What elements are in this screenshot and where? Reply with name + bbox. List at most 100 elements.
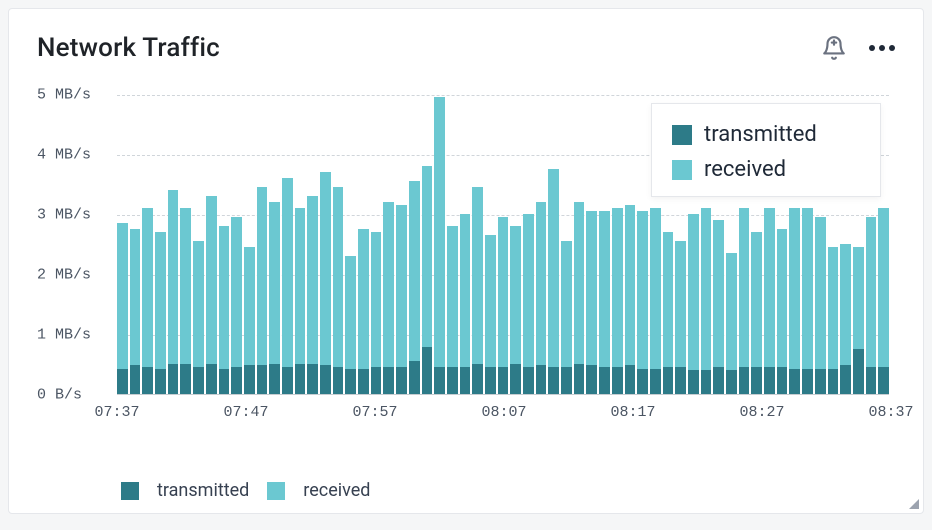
bar[interactable] [599, 211, 610, 394]
bar-segment-received [510, 226, 521, 364]
bar[interactable] [726, 253, 737, 394]
bar[interactable] [383, 202, 394, 394]
legend-label-received: received [303, 480, 370, 501]
bar[interactable] [536, 202, 547, 394]
bar[interactable] [257, 187, 268, 394]
bar-segment-received [548, 169, 559, 367]
bar[interactable] [561, 241, 572, 394]
bar-segment-received [675, 241, 686, 367]
bar[interactable] [586, 211, 597, 394]
bar[interactable] [231, 217, 242, 394]
bar-segment-transmitted [637, 369, 648, 394]
bar[interactable] [117, 223, 128, 394]
bar[interactable] [828, 247, 839, 394]
bar[interactable] [574, 202, 585, 394]
bar-segment-transmitted [586, 365, 597, 394]
bar-segment-received [574, 202, 585, 364]
bar-segment-received [701, 208, 712, 370]
bar[interactable] [447, 226, 458, 394]
bar[interactable] [701, 208, 712, 394]
bar[interactable] [320, 172, 331, 394]
bar[interactable] [853, 247, 864, 394]
bar[interactable] [282, 178, 293, 394]
bar-segment-received [536, 202, 547, 365]
bar[interactable] [244, 247, 255, 394]
bar[interactable] [650, 208, 661, 394]
bar-segment-transmitted [358, 369, 369, 394]
bar-segment-received [117, 223, 128, 369]
bar[interactable] [498, 217, 509, 394]
bar-segment-received [637, 211, 648, 369]
bar[interactable] [472, 187, 483, 394]
bar[interactable] [789, 208, 800, 394]
card-header: Network Traffic [37, 33, 895, 63]
bar-segment-transmitted [206, 364, 217, 394]
bar[interactable] [751, 232, 762, 394]
bar-segment-received [878, 208, 889, 367]
bar[interactable] [460, 214, 471, 394]
bar[interactable] [193, 241, 204, 394]
bar[interactable] [866, 217, 877, 394]
bar[interactable] [345, 256, 356, 394]
bar[interactable] [523, 214, 534, 394]
bar-segment-transmitted [574, 364, 585, 394]
bar[interactable] [510, 226, 521, 394]
bar[interactable] [180, 208, 191, 394]
bar[interactable] [485, 235, 496, 394]
bar[interactable] [269, 202, 280, 394]
bar-segment-received [130, 229, 141, 365]
resize-handle-icon[interactable] [909, 499, 919, 509]
bar[interactable] [625, 205, 636, 394]
bar-segment-received [688, 214, 699, 370]
more-menu-icon[interactable] [869, 45, 895, 51]
bar[interactable] [815, 217, 826, 394]
bar[interactable] [358, 229, 369, 394]
bar[interactable] [713, 220, 724, 394]
bar[interactable] [295, 208, 306, 394]
bar[interactable] [219, 226, 230, 394]
bar[interactable] [409, 181, 420, 394]
bar[interactable] [637, 211, 648, 394]
bar[interactable] [739, 208, 750, 394]
bar-segment-received [333, 187, 344, 367]
bar[interactable] [688, 214, 699, 394]
bar[interactable] [396, 205, 407, 394]
y-axis-tick: 0 B/s [37, 387, 111, 404]
bar[interactable] [142, 208, 153, 394]
bar-segment-transmitted [333, 367, 344, 394]
bar[interactable] [878, 208, 889, 394]
bar[interactable] [434, 97, 445, 394]
bar[interactable] [422, 166, 433, 394]
bar[interactable] [307, 196, 318, 394]
bar[interactable] [548, 169, 559, 394]
bar[interactable] [777, 229, 788, 394]
bar[interactable] [206, 196, 217, 394]
series-tooltip: transmitted received [651, 103, 881, 197]
bar-segment-transmitted [320, 365, 331, 394]
bar-segment-transmitted [675, 367, 686, 394]
bar[interactable] [802, 208, 813, 394]
bar-segment-received [396, 205, 407, 367]
bar[interactable] [333, 187, 344, 394]
bar[interactable] [371, 232, 382, 394]
bar[interactable] [675, 241, 686, 394]
bar-segment-received [726, 253, 737, 370]
bar-segment-received [853, 247, 864, 349]
bar-segment-transmitted [688, 370, 699, 394]
bar-segment-transmitted [295, 364, 306, 394]
bar[interactable] [764, 208, 775, 394]
bar-segment-received [409, 181, 420, 361]
legend-label-transmitted: transmitted [157, 480, 249, 501]
bar[interactable] [168, 190, 179, 394]
bar[interactable] [663, 232, 674, 394]
bar[interactable] [840, 244, 851, 394]
bar[interactable] [612, 208, 623, 394]
alert-bell-icon[interactable] [821, 35, 847, 61]
bar-segment-transmitted [142, 367, 153, 394]
bar-segment-transmitted [523, 367, 534, 394]
card-title: Network Traffic [37, 33, 220, 63]
bar[interactable] [130, 229, 141, 394]
bar[interactable] [155, 232, 166, 394]
x-axis-tick: 08:37 [868, 404, 913, 421]
bar-segment-received [561, 241, 572, 367]
